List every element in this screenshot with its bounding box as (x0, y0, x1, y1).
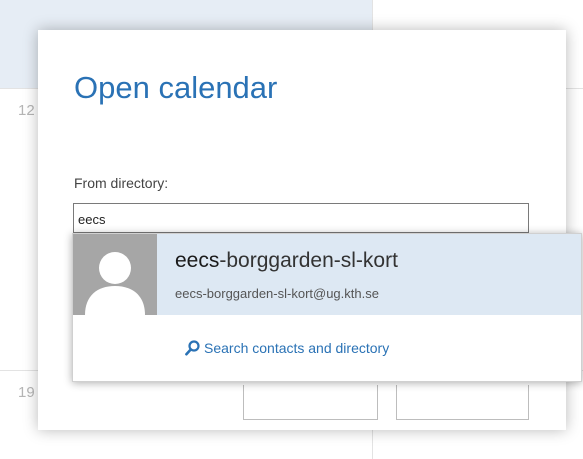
search-icon (185, 340, 200, 356)
search-contacts-link[interactable]: Search contacts and directory (185, 340, 389, 356)
from-directory-label: From directory: (74, 175, 169, 191)
suggestion-email: eecs-borggarden-sl-kort@ug.kth.se (175, 286, 379, 301)
dialog-title: Open calendar (74, 70, 278, 105)
name-match-text: eecs (175, 249, 220, 272)
name-rest-text: -borggarden-sl-kort (219, 249, 398, 272)
search-contacts-label: Search contacts and directory (204, 340, 390, 356)
calendar-day-number: 12 (18, 102, 35, 119)
dialog-button[interactable] (396, 385, 529, 420)
screen: 12 19 Open calendar From directory: eecs… (0, 0, 583, 459)
suggestion-dropdown: eecs-borggarden-sl-kort eecs-borggarden-… (72, 233, 582, 382)
suggestion-item[interactable]: eecs-borggarden-sl-kort eecs-borggarden-… (73, 234, 581, 315)
dialog-button[interactable] (243, 385, 378, 420)
calendar-day-number: 19 (18, 384, 35, 401)
suggestion-name: eecs-borggarden-sl-kort (175, 249, 398, 273)
avatar (73, 234, 157, 315)
directory-search-input[interactable] (73, 203, 529, 233)
person-silhouette-icon (85, 252, 145, 315)
